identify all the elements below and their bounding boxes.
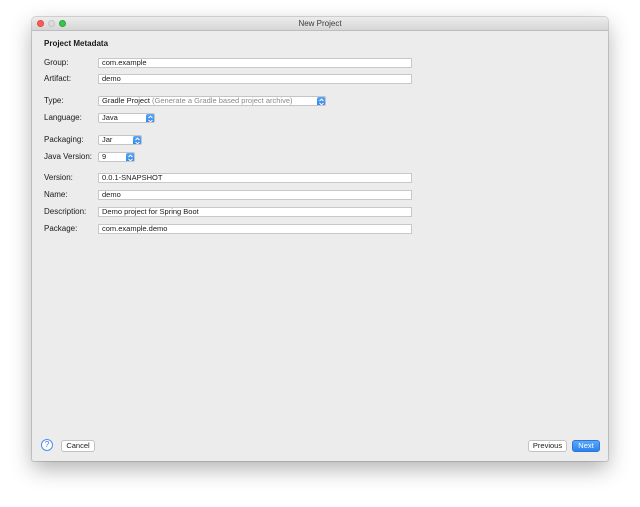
previous-button[interactable]: Previous (528, 440, 567, 452)
section-title: Project Metadata (44, 39, 109, 48)
window-title: New Project (298, 19, 342, 28)
cancel-button[interactable]: Cancel (61, 440, 95, 452)
type-value: Gradle Project (102, 96, 150, 105)
type-label: Type: (44, 96, 64, 105)
java-version-label: Java Version: (44, 152, 93, 161)
language-select[interactable]: Java (98, 113, 155, 123)
description-field[interactable]: Demo project for Spring Boot (98, 207, 412, 217)
new-project-window: New Project Project Metadata Group: com.… (32, 17, 608, 461)
description-label: Description: (44, 207, 87, 216)
version-field[interactable]: 0.0.1-SNAPSHOT (98, 173, 412, 183)
language-value: Java (102, 113, 118, 122)
artifact-label: Artifact: (44, 74, 72, 83)
packaging-label: Packaging: (44, 135, 84, 144)
packaging-value: Jar (102, 135, 113, 144)
up-down-chevron-icon[interactable] (126, 153, 134, 161)
version-label: Version: (44, 173, 73, 182)
up-down-chevron-icon[interactable] (317, 97, 325, 105)
up-down-chevron-icon[interactable] (146, 114, 154, 122)
language-label: Language: (44, 113, 82, 122)
next-button[interactable]: Next (572, 440, 600, 452)
packaging-select[interactable]: Jar (98, 135, 142, 145)
artifact-field[interactable]: demo (98, 74, 412, 84)
type-hint: (Generate a Gradle based project archive… (152, 96, 293, 105)
package-field[interactable]: com.example.demo (98, 224, 412, 234)
question-mark-icon[interactable]: ? (41, 439, 53, 451)
group-field[interactable]: com.example (98, 58, 412, 68)
java-version-select[interactable]: 9 (98, 152, 135, 162)
name-field[interactable]: demo (98, 190, 412, 200)
name-label: Name: (44, 190, 68, 199)
package-label: Package: (44, 224, 78, 233)
type-select[interactable]: Gradle Project (Generate a Gradle based … (98, 96, 326, 106)
group-label: Group: (44, 58, 69, 67)
java-version-value: 9 (102, 152, 107, 161)
up-down-chevron-icon[interactable] (133, 136, 141, 144)
title-bar: New Project (32, 17, 608, 31)
